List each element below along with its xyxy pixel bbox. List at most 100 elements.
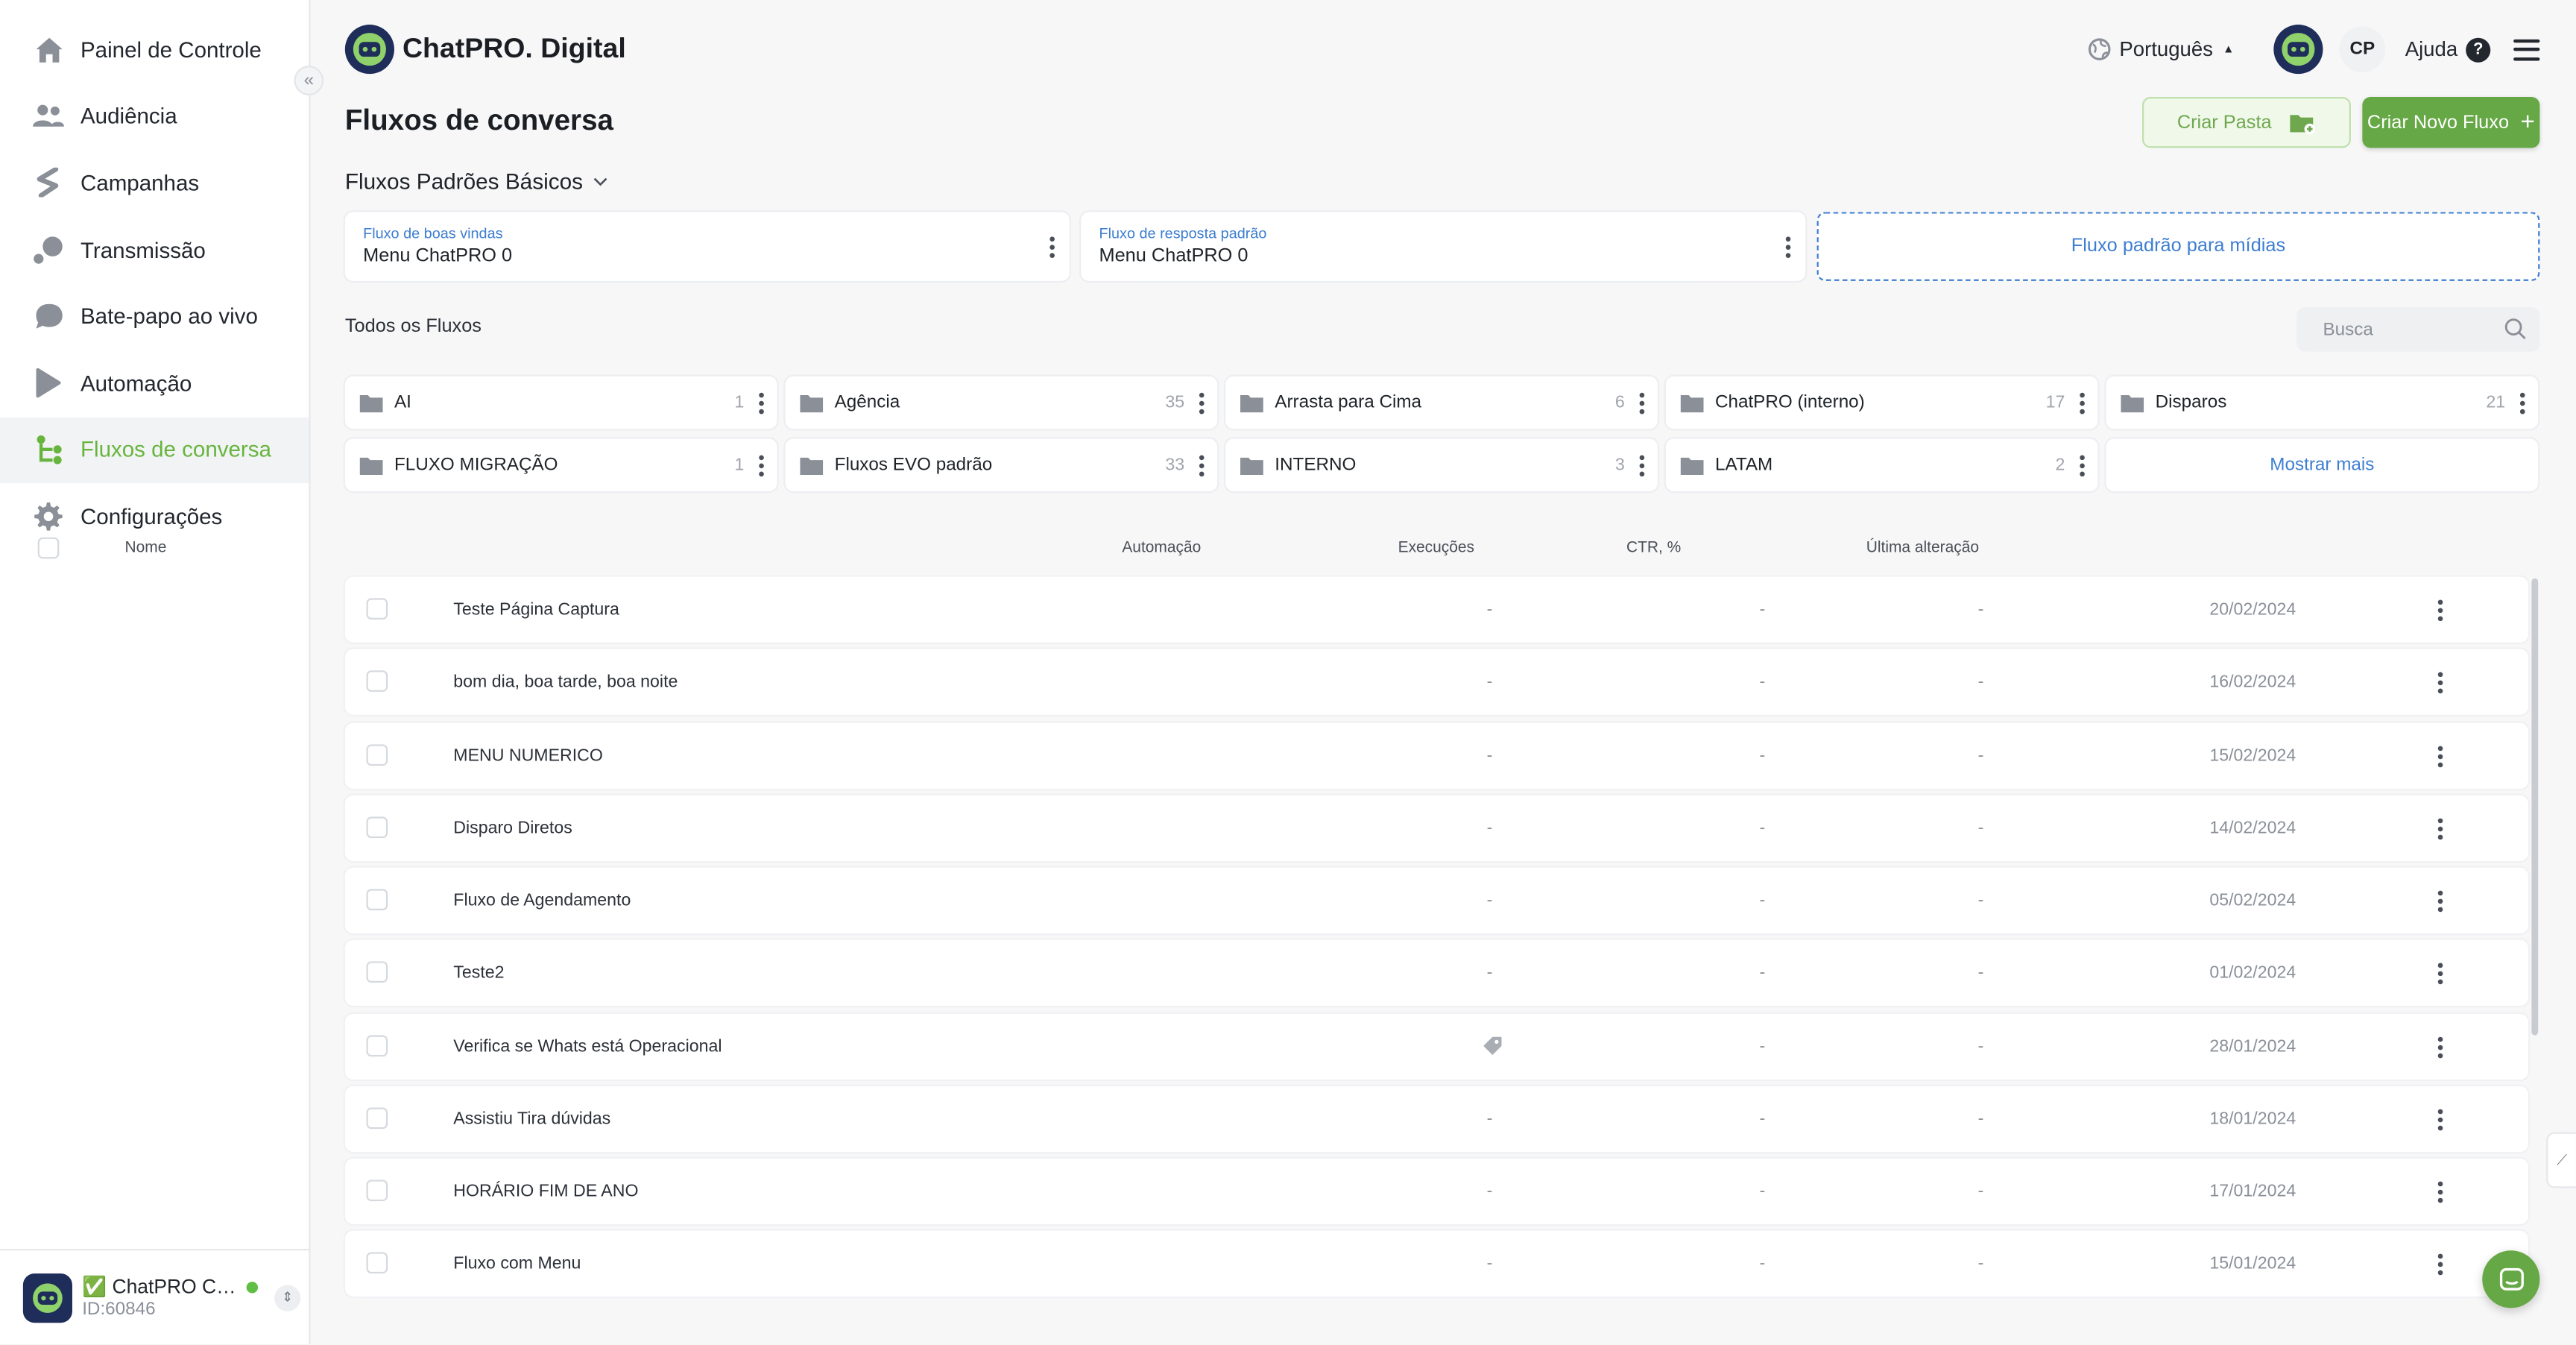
flow-name[interactable]: MENU NUMERICO (453, 746, 603, 765)
table-row[interactable]: Teste Página Captura - - - 20/02/2024 (344, 576, 2528, 643)
folder-item[interactable]: ChatPRO (interno) 17 (1665, 376, 2098, 429)
help-button[interactable]: Ajuda ? (2405, 37, 2491, 62)
column-name[interactable]: Nome (125, 539, 167, 557)
folder-count: 1 (734, 455, 745, 475)
more-vertical-icon[interactable] (2519, 392, 2525, 415)
flow-name[interactable]: Teste2 (453, 963, 504, 983)
row-checkbox[interactable] (366, 889, 388, 911)
welcome-flow-card[interactable]: Fluxo de boas vindas Menu ChatPRO 0 (344, 212, 1070, 281)
more-vertical-icon[interactable] (1638, 455, 1644, 477)
table-row[interactable]: Fluxo com Menu - - - 15/01/2024 (344, 1231, 2528, 1297)
column-ctr[interactable]: CTR, % (1626, 539, 1681, 557)
language-selector[interactable]: Português ▲ (2088, 38, 2234, 61)
hamburger-menu-icon[interactable] (2513, 38, 2540, 60)
row-checkbox[interactable] (366, 816, 388, 838)
create-folder-button[interactable]: Criar Pasta (2142, 97, 2351, 148)
sidebar-item-live-chat[interactable]: Bate-papo ao vivo (0, 283, 309, 350)
flow-name[interactable]: Assistiu Tira dúvidas (453, 1109, 610, 1128)
account-switcher[interactable]: ✅ ChatPRO Clie... ID:60846 ⇕ (0, 1249, 309, 1344)
more-vertical-icon[interactable] (2437, 1181, 2443, 1203)
table-row[interactable]: Assistiu Tira dúvidas - - - 18/01/2024 (344, 1086, 2528, 1152)
more-vertical-icon[interactable] (2437, 745, 2443, 767)
folder-item[interactable]: LATAM 2 (1665, 438, 2098, 491)
more-vertical-icon[interactable] (2437, 1254, 2443, 1276)
automation-cell: - (1486, 745, 1493, 765)
ctr-cell: - (1977, 1036, 1984, 1056)
table-row[interactable]: Verifica se Whats está Operacional - - 28/0… (344, 1012, 2528, 1079)
folder-item[interactable]: Arrasta para Cima 6 (1225, 376, 1658, 429)
flow-name[interactable]: bom dia, boa tarde, boa noite (453, 672, 678, 692)
row-checkbox[interactable] (366, 1034, 388, 1056)
sidebar-item-audience[interactable]: Audiência (0, 84, 309, 150)
folder-item[interactable]: INTERNO 3 (1225, 438, 1658, 491)
more-vertical-icon[interactable] (1048, 236, 1055, 259)
side-panel-tab[interactable]: ⟋ (2548, 1133, 2576, 1187)
create-new-flow-button[interactable]: Criar Novo Fluxo + (2362, 97, 2540, 148)
collapse-sidebar-button[interactable]: « (294, 66, 324, 95)
ctr-cell: - (1977, 1181, 1984, 1202)
more-vertical-icon[interactable] (2078, 392, 2085, 415)
folder-item[interactable]: FLUXO MIGRAÇÃO 1 (344, 438, 777, 491)
more-vertical-icon[interactable] (2437, 818, 2443, 840)
row-checkbox[interactable] (366, 961, 388, 983)
flow-name[interactable]: Fluxo de Agendamento (453, 891, 631, 910)
more-vertical-icon[interactable] (2437, 1036, 2443, 1058)
table-row[interactable]: HORÁRIO FIM DE ANO - - - 17/01/2024 (344, 1158, 2528, 1224)
select-all-checkbox[interactable] (37, 537, 60, 559)
show-more-folders-button[interactable]: Mostrar mais (2106, 438, 2539, 491)
sidebar-item-broadcast[interactable]: Transmissão (0, 216, 309, 283)
executions-cell: - (1759, 1036, 1766, 1056)
flow-name[interactable]: Verifica se Whats está Operacional (453, 1036, 722, 1056)
updown-chevron-icon[interactable]: ⇕ (274, 1284, 301, 1311)
chat-bubble-icon (33, 301, 64, 333)
folder-item[interactable]: Agência 35 (785, 376, 1218, 429)
flow-name[interactable]: HORÁRIO FIM DE ANO (453, 1182, 638, 1201)
column-last-modified[interactable]: Última alteração (1866, 539, 1979, 557)
table-row[interactable]: Disparo Diretos - - - 14/02/2024 (344, 795, 2528, 861)
table-row[interactable]: Teste2 - - - 01/02/2024 (344, 940, 2528, 1007)
folder-item[interactable]: Fluxos EVO padrão 33 (785, 438, 1218, 491)
more-vertical-icon[interactable] (1638, 392, 1644, 415)
brand-logo[interactable]: ChatPRO. Digital (344, 25, 626, 75)
more-vertical-icon[interactable] (2078, 455, 2085, 477)
more-vertical-icon[interactable] (2437, 599, 2443, 622)
row-checkbox[interactable] (366, 670, 388, 693)
folder-item[interactable]: Disparos 21 (2106, 376, 2539, 429)
row-checkbox[interactable] (366, 1252, 388, 1274)
sidebar-item-flows[interactable]: Fluxos de conversa (0, 416, 309, 484)
more-vertical-icon[interactable] (2437, 890, 2443, 913)
row-checkbox[interactable] (366, 743, 388, 765)
user-avatar[interactable]: CP (2339, 26, 2386, 72)
sidebar-item-dashboard[interactable]: Painel de Controle (0, 16, 309, 83)
table-row[interactable]: Fluxo de Agendamento - - - 05/02/2024 (344, 867, 2528, 933)
row-checkbox[interactable] (366, 598, 388, 620)
folder-item[interactable]: AI 1 (344, 376, 777, 429)
row-checkbox[interactable] (366, 1106, 388, 1129)
table-row[interactable]: MENU NUMERICO - - - 15/02/2024 (344, 722, 2528, 788)
column-executions[interactable]: Execuções (1398, 539, 1474, 557)
more-vertical-icon[interactable] (2437, 963, 2443, 985)
more-vertical-icon[interactable] (2437, 1109, 2443, 1130)
support-chat-button[interactable] (2482, 1250, 2540, 1308)
more-vertical-icon[interactable] (757, 455, 764, 477)
more-vertical-icon[interactable] (1784, 236, 1791, 259)
default-reply-flow-card[interactable]: Fluxo de resposta padrão Menu ChatPRO 0 (1081, 212, 1806, 281)
more-vertical-icon[interactable] (2437, 672, 2443, 694)
sidebar-item-campaigns[interactable]: Campanhas (0, 150, 309, 216)
row-checkbox[interactable] (366, 1179, 388, 1202)
folder-name: ChatPRO (interno) (1714, 392, 1865, 413)
flow-name[interactable]: Disparo Diretos (453, 818, 572, 837)
sidebar-item-automation[interactable]: Automação (0, 350, 309, 416)
more-vertical-icon[interactable] (1198, 455, 1205, 477)
column-automation[interactable]: Automação (1122, 539, 1201, 557)
basic-flows-toggle[interactable]: Fluxos Padrões Básicos (345, 169, 607, 194)
table-row[interactable]: bom dia, boa tarde, boa noite - - - 16/02/20… (344, 649, 2528, 716)
table-scrollbar[interactable] (2531, 578, 2539, 1036)
bot-avatar[interactable] (2273, 25, 2323, 75)
flow-name[interactable]: Teste Página Captura (453, 599, 619, 619)
flow-name[interactable]: Fluxo com Menu (453, 1254, 581, 1273)
search-input[interactable]: Busca (2296, 307, 2540, 352)
more-vertical-icon[interactable] (757, 392, 764, 415)
more-vertical-icon[interactable] (1198, 392, 1205, 415)
media-default-flow-button[interactable]: Fluxo padrão para mídias (1816, 212, 2540, 281)
